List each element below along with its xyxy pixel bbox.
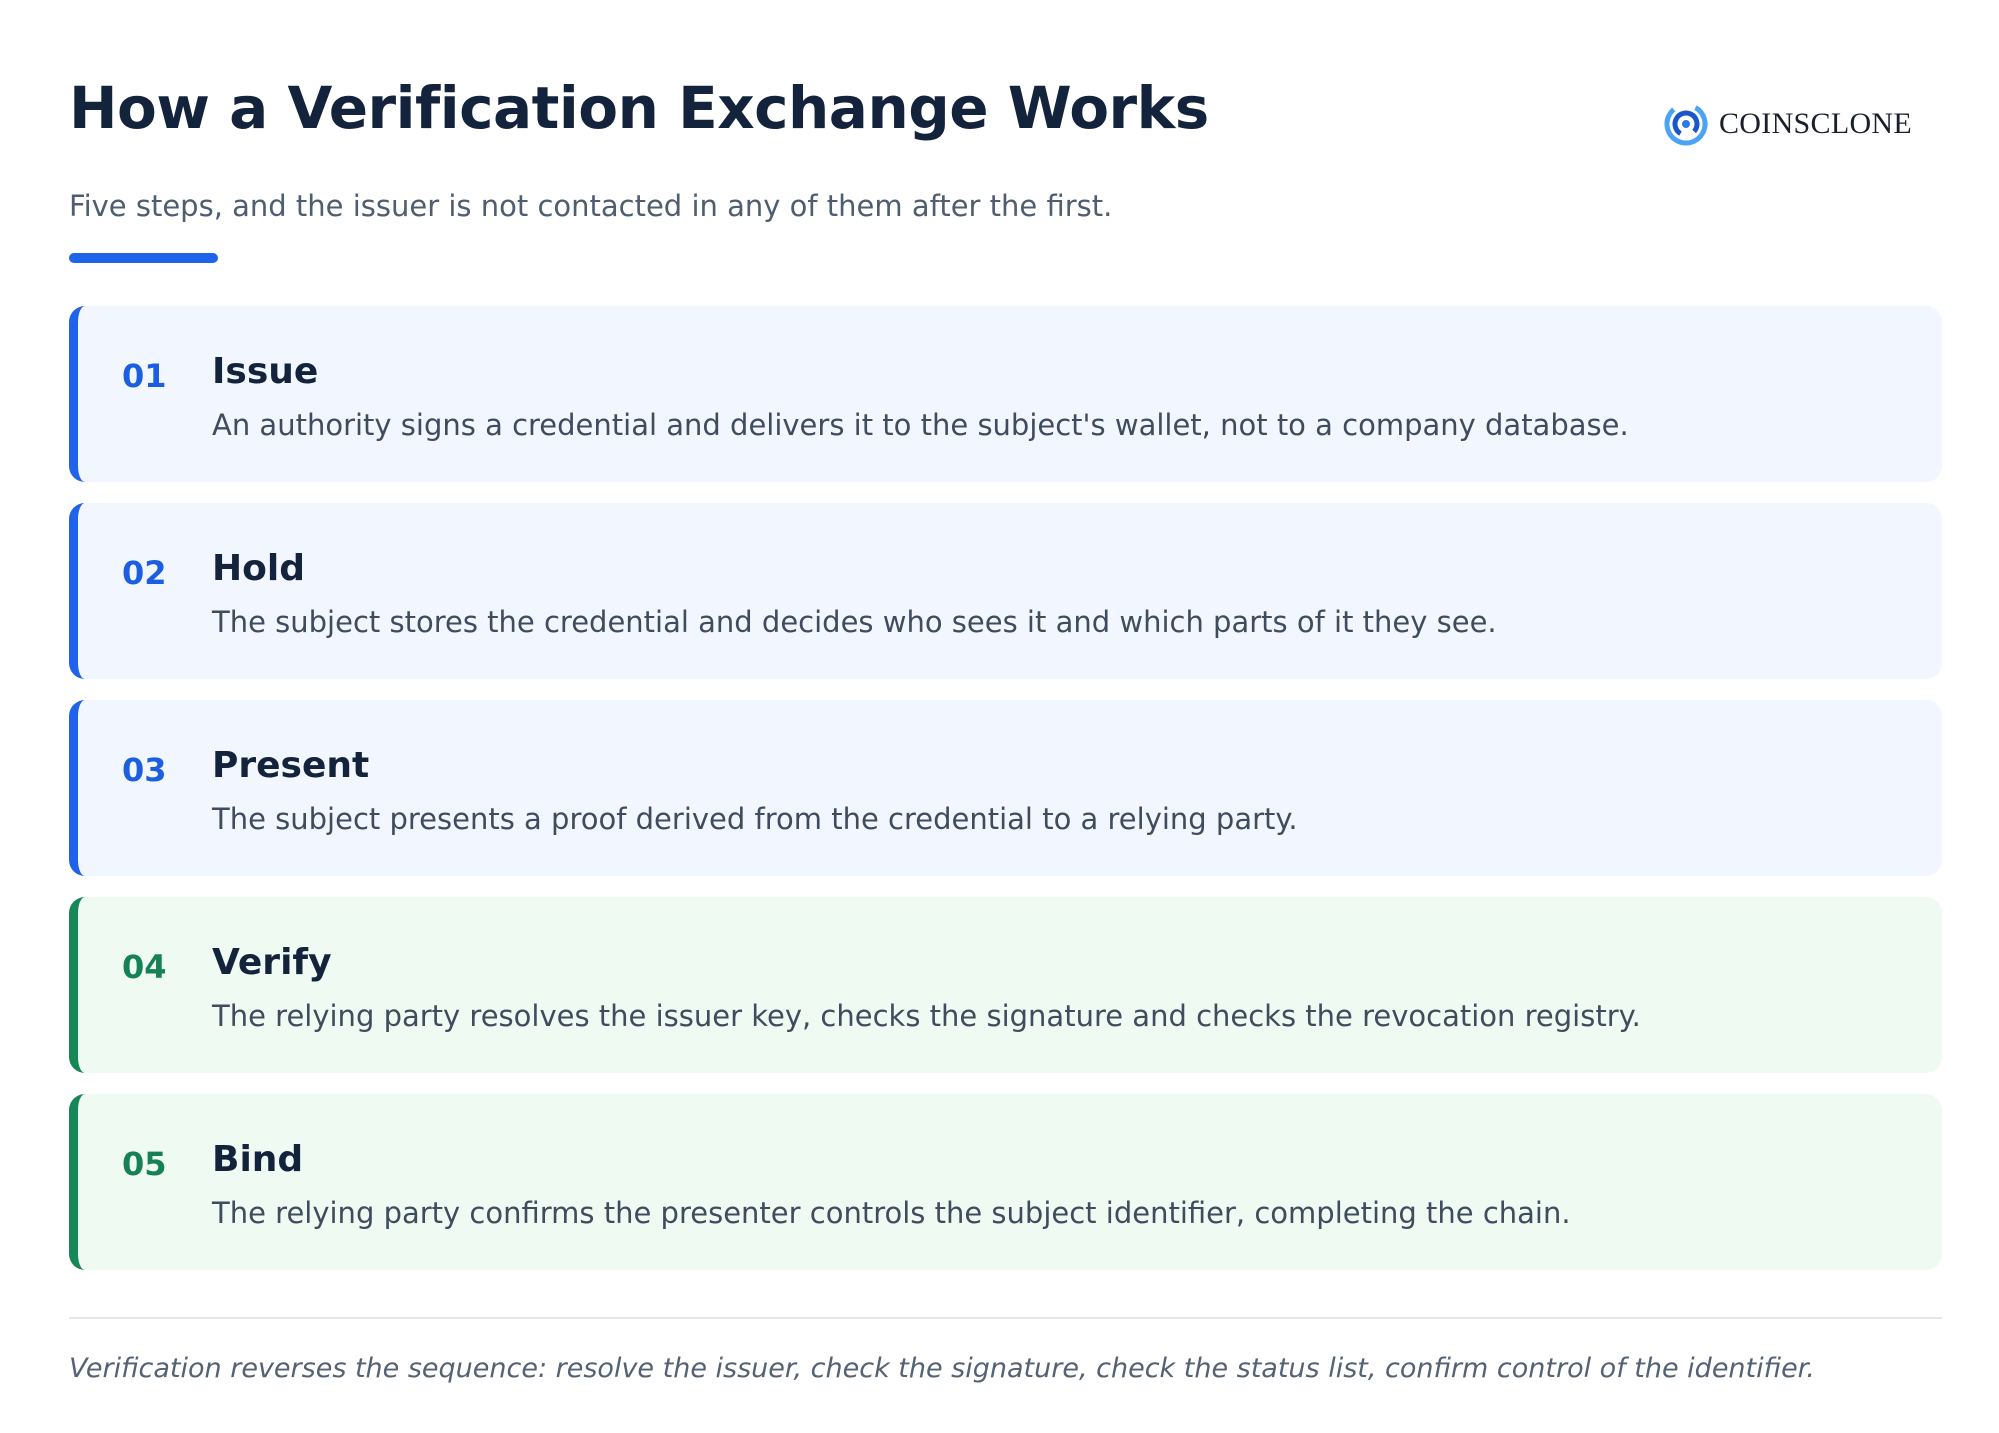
step-title: Hold	[212, 548, 305, 589]
step-number: 01	[122, 357, 167, 395]
step-title: Issue	[212, 351, 319, 392]
steps-list: 01 Issue An authority signs a credential…	[69, 306, 1942, 1291]
coinsclone-logo-icon	[1664, 102, 1708, 146]
step-card-verify: 04 Verify The relying party resolves the…	[69, 897, 1942, 1073]
step-card-present: 03 Present The subject presents a proof …	[69, 700, 1942, 876]
page: How a Verification Exchange Works COINSC…	[69, 0, 1942, 1433]
step-description: The subject stores the credential and de…	[212, 605, 1497, 639]
brand-name: COINSCLONE	[1719, 107, 1913, 140]
step-number: 05	[122, 1145, 167, 1183]
step-description: An authority signs a credential and deli…	[212, 408, 1629, 442]
page-subtitle: Five steps, and the issuer is not contac…	[69, 189, 1113, 223]
step-title: Present	[212, 745, 370, 786]
step-description: The relying party resolves the issuer ke…	[212, 999, 1641, 1033]
footer-divider	[69, 1317, 1942, 1319]
step-description: The relying party confirms the presenter…	[212, 1196, 1571, 1230]
step-title: Verify	[212, 942, 332, 983]
step-number: 03	[122, 751, 167, 789]
step-description: The subject presents a proof derived fro…	[212, 802, 1298, 836]
step-number: 04	[122, 948, 167, 986]
title-accent-bar	[69, 253, 218, 263]
brand-logo: COINSCLONE	[1661, 94, 1912, 154]
step-card-hold: 02 Hold The subject stores the credentia…	[69, 503, 1942, 679]
step-card-bind: 05 Bind The relying party confirms the p…	[69, 1094, 1942, 1270]
step-title: Bind	[212, 1139, 304, 1180]
step-number: 02	[122, 554, 167, 592]
step-card-issue: 01 Issue An authority signs a credential…	[69, 306, 1942, 482]
footnote: Verification reverses the sequence: reso…	[69, 1353, 1815, 1384]
page-title: How a Verification Exchange Works	[69, 74, 1209, 142]
